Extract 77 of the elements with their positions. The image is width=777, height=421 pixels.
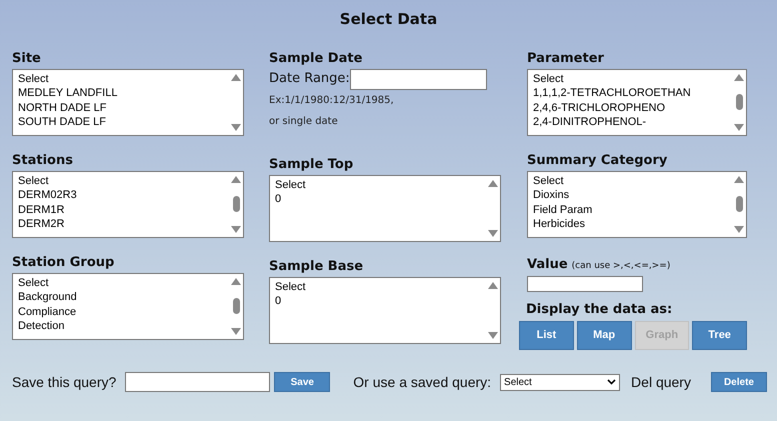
query-name-input[interactable]	[125, 372, 270, 392]
scroll-down-icon[interactable]	[734, 226, 744, 232]
list-box[interactable]: Select MEDLEY LANDFILL NORTH DADE LF SOUTH DADE LF	[12, 68, 244, 136]
list-box[interactable]: Select DERM02R3 DERM1R DERM2R	[12, 170, 244, 238]
list-option[interactable]: 2,4,6-TRICHLOROPHENO	[533, 100, 732, 115]
hint-text: or single date	[269, 114, 339, 128]
scroll-down-icon[interactable]	[734, 124, 744, 130]
scroll-up-icon[interactable]	[231, 176, 241, 182]
list-option[interactable]: Select	[533, 174, 732, 188]
scroll-thumb[interactable]	[736, 94, 742, 110]
list-option[interactable]: Select	[18, 276, 229, 290]
list-option[interactable]: NORTH DADE LF	[18, 100, 229, 115]
list-box[interactable]: Select Background Compliance Detection	[12, 272, 244, 340]
field-label: Stations	[12, 152, 74, 168]
list-option[interactable]: DERM1R	[18, 202, 229, 217]
list-box[interactable]: Select 0	[269, 276, 501, 344]
hint-text: (can use >,<,<=,>=)	[572, 260, 670, 272]
list-option[interactable]: 2,4-DINITROPHENOL-	[533, 115, 732, 130]
list-option[interactable]: Dioxins	[533, 188, 732, 202]
list-option[interactable]: DERM2R	[18, 217, 229, 232]
scroll-up-icon[interactable]	[734, 74, 744, 80]
date-range-input[interactable]	[350, 68, 487, 90]
scroll-thumb[interactable]	[736, 196, 742, 212]
scroll-down-icon[interactable]	[488, 332, 498, 338]
page-title: Select Data	[338, 9, 438, 30]
scroll-up-icon[interactable]	[231, 74, 241, 80]
field-label: Site	[12, 50, 42, 66]
date-range-label: Date Range:	[269, 70, 350, 88]
chevron-down-icon	[607, 379, 616, 385]
del-query-label: Del query	[631, 372, 691, 392]
list-option[interactable]: Background	[18, 290, 229, 304]
list-option[interactable]: Field Param	[533, 202, 732, 217]
field-label: Sample Top	[269, 156, 354, 172]
field-label: Parameter	[527, 50, 605, 66]
list-box[interactable]: Select 1,1,1,2-TETRACHLOROETHAN 2,4,6-TRICHLOROPHENO 2,4-DINITROPHENOL-	[527, 68, 747, 136]
scroll-down-icon[interactable]	[231, 124, 241, 130]
save-button[interactable]: Save	[274, 372, 330, 392]
list-option[interactable]: Detection	[18, 319, 229, 334]
scroll-thumb[interactable]	[232, 196, 240, 212]
list-option[interactable]: Select	[533, 72, 732, 86]
field-label: Summary Category	[527, 152, 668, 168]
list-option[interactable]: Select	[18, 72, 229, 86]
delete-button[interactable]: Delete	[710, 372, 767, 392]
list-option[interactable]: Select	[18, 174, 229, 188]
scroll-up-icon[interactable]	[231, 278, 241, 284]
list-option[interactable]: MEDLEY LANDFILL	[18, 86, 229, 100]
field-label: Sample Date	[269, 50, 364, 66]
list-option[interactable]: Select	[275, 178, 486, 192]
list-option[interactable]: Herbicides	[533, 217, 732, 232]
scroll-up-icon[interactable]	[734, 176, 744, 182]
display-label: Display the data as:	[526, 301, 674, 319]
scroll-up-icon[interactable]	[488, 180, 498, 186]
list-option[interactable]: 1,1,1,2-TETRACHLOROETHAN	[533, 86, 732, 100]
field-label: Sample Base	[269, 258, 364, 274]
list-box[interactable]: Select Dioxins Field Param Herbicides	[527, 170, 747, 238]
scroll-down-icon[interactable]	[488, 230, 498, 236]
scroll-down-icon[interactable]	[231, 226, 241, 232]
list-option[interactable]: SOUTH DADE LF	[18, 115, 229, 130]
list-option[interactable]: Compliance	[18, 304, 229, 319]
scroll-down-icon[interactable]	[231, 328, 241, 334]
list-option[interactable]: 0	[275, 294, 486, 308]
field-label: Station Group	[12, 254, 116, 270]
saved-query-select[interactable]: Select	[500, 374, 620, 390]
display-button[interactable]: Map	[576, 320, 632, 350]
display-button[interactable]: List	[519, 320, 574, 350]
list-option[interactable]: Select	[275, 280, 486, 294]
list-option[interactable]: 0	[275, 192, 486, 206]
hint-text: Ex:1/1/1980:12/31/1985,	[269, 94, 395, 108]
scroll-thumb[interactable]	[232, 298, 240, 314]
list-box[interactable]: Select 0	[269, 174, 501, 242]
saved-query-label: Or use a saved query:	[353, 372, 492, 392]
value-input[interactable]	[527, 276, 643, 292]
scroll-up-icon[interactable]	[488, 282, 498, 288]
save-query-label: Save this query?	[12, 372, 116, 392]
display-button[interactable]: Tree	[692, 320, 747, 350]
list-option[interactable]: DERM02R3	[18, 188, 229, 202]
field-label: Value	[527, 256, 568, 274]
